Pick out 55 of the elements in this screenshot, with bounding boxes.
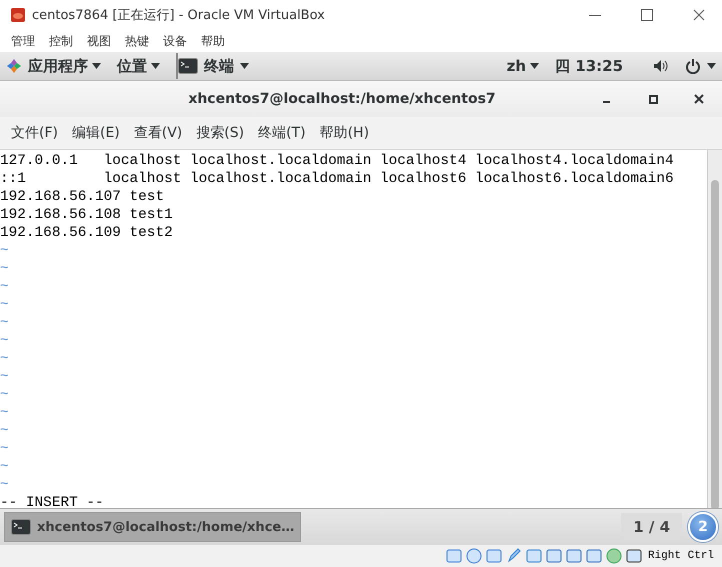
pen-icon[interactable] xyxy=(506,548,522,564)
text-line: 127.0.0.1 localhost localhost.localdomain localhost4 localhost4.localdomain4 xyxy=(0,153,674,169)
menu-item[interactable]: 搜索(S) xyxy=(189,124,252,142)
mode-indicator: -- INSERT -- xyxy=(0,495,104,508)
clock[interactable]: 四 13:25 xyxy=(555,56,623,76)
menu-item[interactable]: 文件(F) xyxy=(4,124,65,142)
empty-line-marker: ~ xyxy=(0,369,9,385)
taskbar-window[interactable]: xhcentos7@localhost:/home/xhce… xyxy=(4,512,302,542)
power-icon[interactable] xyxy=(685,58,701,74)
empty-line-marker: ~ xyxy=(0,441,9,457)
empty-line-marker: ~ xyxy=(0,351,9,367)
caret-icon xyxy=(92,63,101,69)
empty-line-marker: ~ xyxy=(0,387,9,403)
applications-menu[interactable]: 应用程序 xyxy=(28,56,101,76)
input-method-menu[interactable]: zh xyxy=(506,57,540,75)
menu-item[interactable]: 终端(T) xyxy=(251,124,313,142)
empty-line-marker: ~ xyxy=(0,279,9,295)
window-title: centos7864 [正在运行] - Oracle VM VirtualBox xyxy=(32,7,326,24)
empty-line-marker: ~ xyxy=(0,315,9,331)
disc-icon[interactable] xyxy=(466,548,482,564)
menu-item[interactable]: 查看(V) xyxy=(126,124,190,142)
empty-line-marker: ~ xyxy=(0,423,9,439)
menu-item[interactable]: 设备 xyxy=(156,32,194,50)
menu-item[interactable]: 热键 xyxy=(118,32,156,50)
terminal-title: xhcentos7@localhost:/home/xhcentos7 xyxy=(187,91,497,107)
caret-icon xyxy=(151,63,160,69)
text-line: 192.168.56.109 test2 xyxy=(0,225,173,241)
caret-icon xyxy=(530,63,540,69)
empty-line-marker: ~ xyxy=(0,477,9,493)
menu-item[interactable]: 控制 xyxy=(42,32,80,50)
empty-line-marker: ~ xyxy=(0,297,9,313)
caret-icon xyxy=(240,63,249,69)
empty-line-marker: ~ xyxy=(0,261,9,277)
terminal-icon xyxy=(178,58,198,74)
places-menu[interactable]: 位置 xyxy=(117,56,160,76)
empty-line-marker: ~ xyxy=(0,243,9,259)
caret-icon xyxy=(707,63,716,69)
menu-item[interactable]: 帮助(H) xyxy=(312,124,376,142)
menu-item[interactable]: 管理 xyxy=(4,32,42,50)
menu-item[interactable]: 视图 xyxy=(80,32,118,50)
menu-item[interactable]: 帮助 xyxy=(194,32,232,50)
host-key-label: Right Ctrl xyxy=(648,550,714,562)
empty-line-marker: ~ xyxy=(0,459,9,475)
text-line: 192.168.56.108 test1 xyxy=(0,207,173,223)
active-app-menu[interactable]: 终端 xyxy=(176,53,255,79)
empty-line-marker: ~ xyxy=(0,405,9,421)
volume-icon[interactable] xyxy=(653,58,669,74)
empty-line-marker: ~ xyxy=(0,333,9,349)
terminal-icon xyxy=(11,519,31,535)
applications-icon xyxy=(6,58,22,74)
text-line: ::1 localhost localhost.localdomain localhost6 localhost6.localdomain6 xyxy=(0,171,674,187)
scrollbar[interactable] xyxy=(707,150,722,508)
app-logo-icon xyxy=(10,7,26,23)
menu-item[interactable]: 编辑(E) xyxy=(64,124,127,142)
text-line: 192.168.56.107 test xyxy=(0,189,164,205)
